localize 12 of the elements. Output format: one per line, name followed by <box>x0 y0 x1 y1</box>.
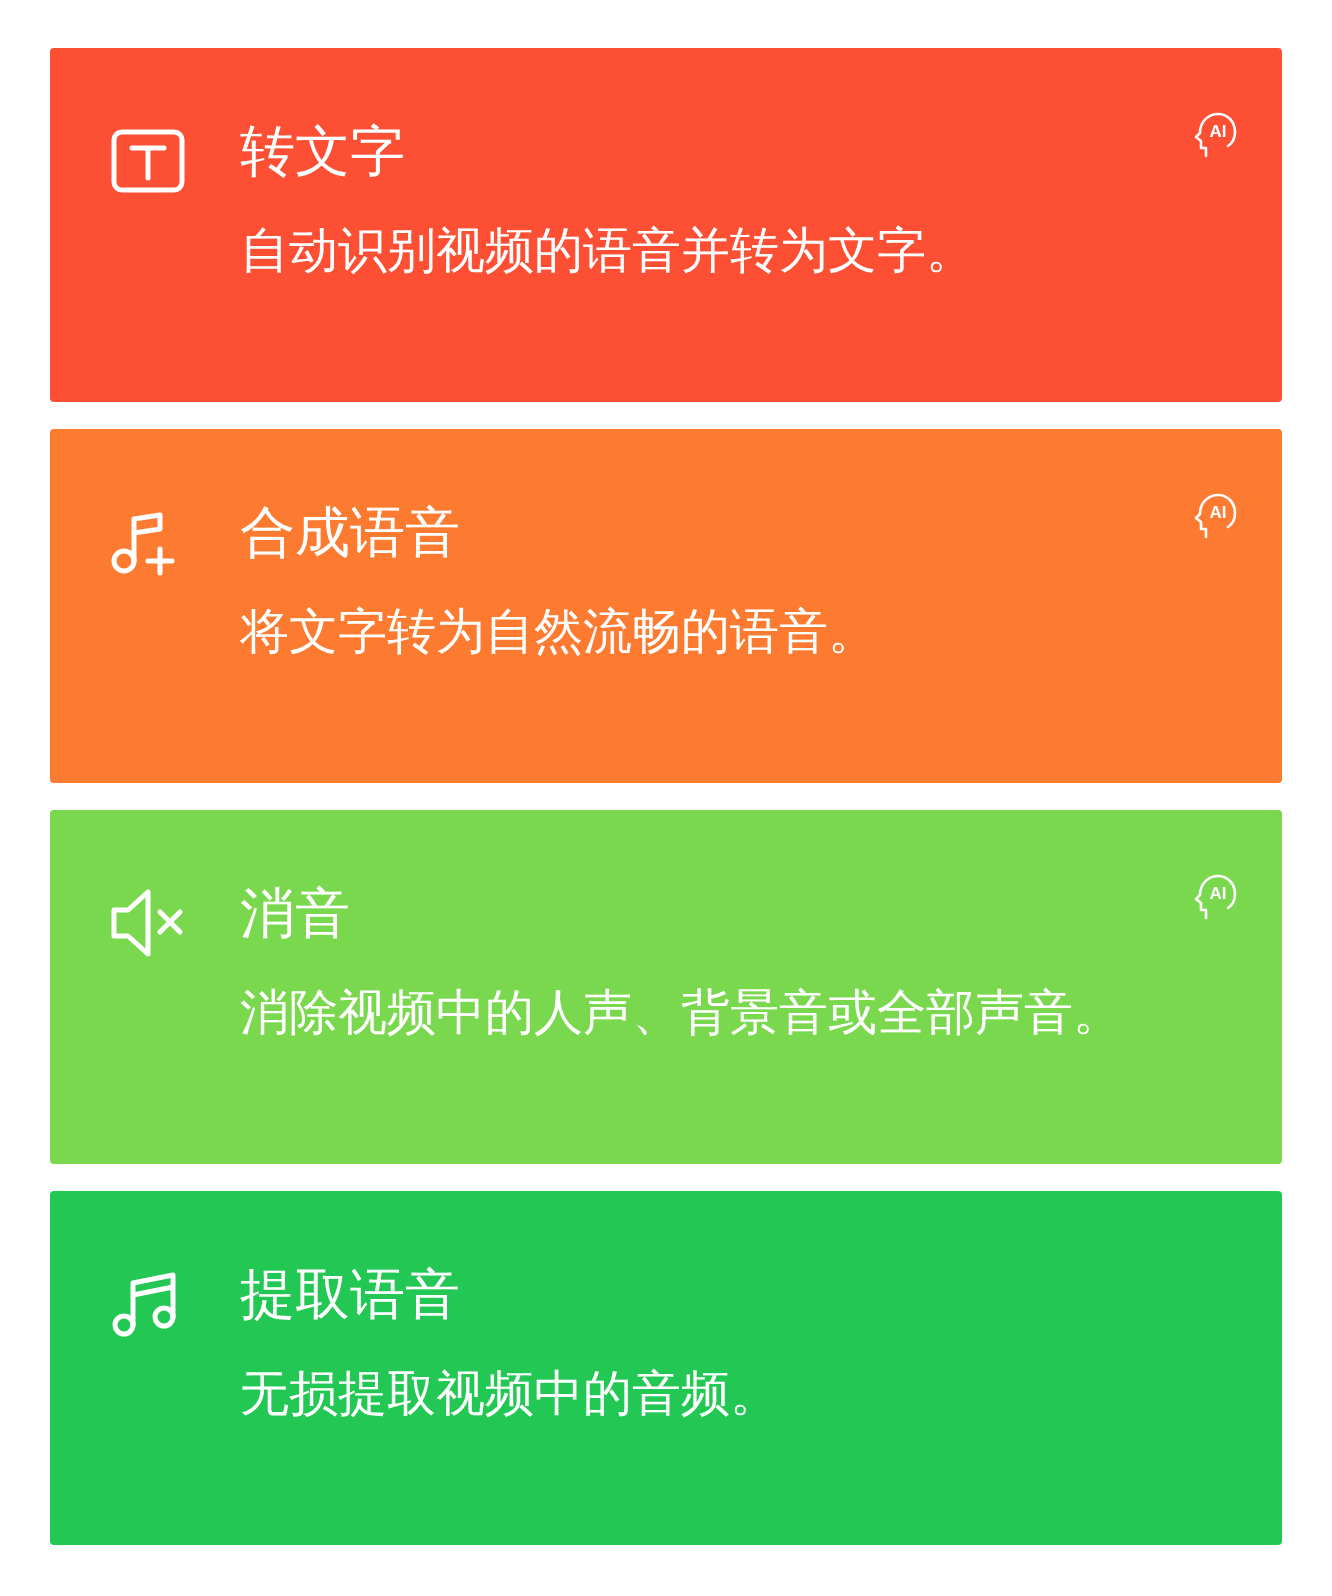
card-title: 转文字 <box>240 120 406 182</box>
card-description: 无损提取视频中的音频。 <box>240 1365 779 1423</box>
card-description: 将文字转为自然流畅的语音。 <box>240 603 877 661</box>
feature-card[interactable]: 合成语音 将文字转为自然流畅的语音。 AI <box>50 429 1282 783</box>
feature-card[interactable]: 提取语音 无损提取视频中的音频。 <box>50 1191 1282 1545</box>
feature-card[interactable]: 消音 消除视频中的人声、背景音或全部声音。 AI <box>50 810 1282 1164</box>
feature-card[interactable]: 转文字 自动识别视频的语音并转为文字。 AI <box>50 48 1282 402</box>
card-title: 提取语音 <box>240 1263 461 1325</box>
card-description: 自动识别视频的语音并转为文字。 <box>240 222 975 280</box>
card-title: 消音 <box>240 882 351 944</box>
card-title: 合成语音 <box>240 501 461 563</box>
card-description: 消除视频中的人声、背景音或全部声音。 <box>240 984 1122 1042</box>
